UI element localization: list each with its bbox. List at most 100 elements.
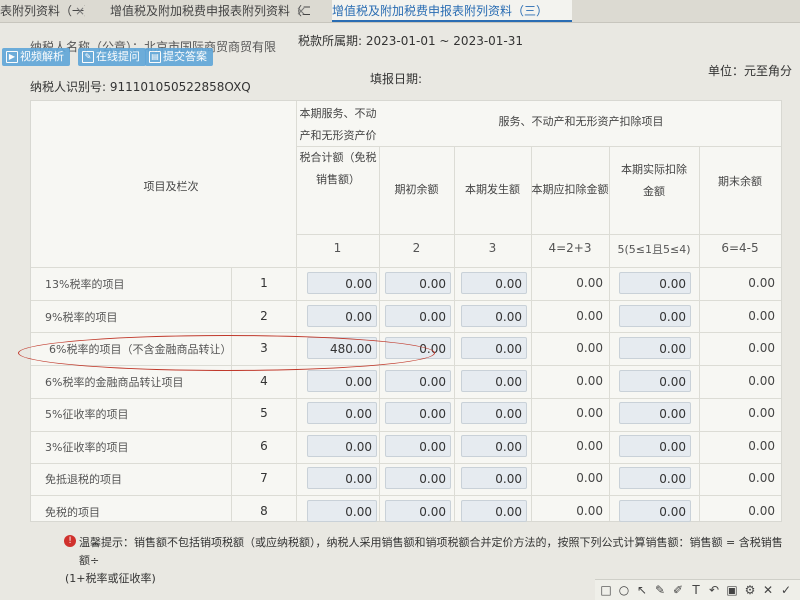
- col6-header: 期末余额: [718, 175, 762, 188]
- undo-icon[interactable]: ↶: [707, 583, 721, 597]
- col1-header: 本期服务、不动产和无形资产价税合计额（免税销售额）: [299, 107, 377, 186]
- row-number: 1: [260, 276, 268, 290]
- col-number: 3: [488, 241, 497, 255]
- calculated-value-c4: 0.00: [576, 503, 603, 518]
- edit-icon: ✎: [82, 51, 94, 63]
- amount-input-c5[interactable]: 0.00: [619, 402, 691, 424]
- calculated-value-c6: 0.00: [748, 406, 775, 420]
- video-analysis-label: 视频解析: [20, 50, 64, 63]
- amount-input-c2[interactable]: 0.00: [385, 499, 451, 522]
- amount-input-c5[interactable]: 0.00: [619, 304, 691, 327]
- row-number: 7: [260, 471, 268, 485]
- circle-icon[interactable]: ○: [617, 583, 631, 597]
- calculated-value-c4: 0.00: [576, 341, 603, 355]
- amount-input-c5[interactable]: 0.00: [619, 467, 691, 489]
- amount-input-c1[interactable]: 0.00: [307, 499, 377, 522]
- amount-input-c3[interactable]: 0.00: [461, 272, 527, 294]
- arrow-icon[interactable]: ↖: [635, 583, 649, 597]
- amount-input-c2[interactable]: 0.00: [385, 337, 451, 359]
- tab-attachment-2[interactable]: 增值税及附加税费申报表附列资料（二） ×: [110, 0, 310, 22]
- calculated-value-c6: 0.00: [748, 503, 775, 518]
- submit-answer-button[interactable]: ▤ 提交答案: [145, 48, 213, 66]
- row-number: 8: [260, 503, 268, 518]
- item-header: 项目及栏次: [143, 180, 199, 193]
- amount-input-c2[interactable]: 0.00: [385, 402, 451, 424]
- row-label: 9%税率的项目: [45, 310, 118, 324]
- rectangle-icon[interactable]: □: [599, 583, 613, 597]
- col5-header: 本期实际扣除金额: [621, 163, 687, 198]
- amount-input-c3[interactable]: 0.00: [461, 499, 527, 522]
- calculated-value-c6: 0.00: [748, 276, 775, 290]
- close-icon[interactable]: ×: [296, 0, 306, 22]
- amount-input-c5[interactable]: 0.00: [619, 272, 691, 294]
- amount-input-c1[interactable]: 0.00: [307, 402, 377, 424]
- period-label: 税款所属期:: [298, 34, 363, 48]
- tip-line-1: 温馨提示：销售额不包括销项税额（或应纳税额），纳税人采用销售额和销项税额合并定价…: [79, 536, 783, 567]
- period-value: 2023-01-01 ~ 2023-01-31: [365, 34, 524, 48]
- col4-header: 本期应扣除金额: [531, 183, 609, 196]
- col2-header: 期初余额: [394, 183, 439, 196]
- amount-input-c1[interactable]: 0.00: [307, 272, 377, 294]
- amount-input-c2[interactable]: 0.00: [385, 304, 451, 327]
- settings-icon[interactable]: ⚙: [743, 583, 757, 597]
- tax-period: 税款所属期: 2023-01-01 ~ 2023-01-31: [298, 32, 523, 49]
- amount-input-c3[interactable]: 0.00: [461, 434, 527, 457]
- annotation-toolbar: □ ○ ↖ ✎ ✐ T ↶ ▣ ⚙ ✕ ✓: [595, 579, 800, 600]
- amount-input-c3[interactable]: 0.00: [461, 467, 527, 489]
- document-icon: ▤: [149, 51, 161, 63]
- amount-input-c2[interactable]: 0.00: [385, 369, 451, 392]
- tab-label: 增值税及附加税费申报表附列资料（二）: [110, 4, 310, 18]
- tab-label: 增值税及附加税费申报表附列资料（三）: [332, 4, 549, 18]
- amount-input-c1[interactable]: 0.00: [307, 304, 377, 327]
- calculated-value-c4: 0.00: [576, 276, 603, 290]
- calculated-value-c6: 0.00: [748, 373, 775, 388]
- calculated-value-c6: 0.00: [748, 341, 775, 355]
- tax-id-label: 纳税人识别号:: [30, 80, 107, 94]
- calculated-value-c4: 0.00: [576, 308, 603, 323]
- amount-input-c3[interactable]: 0.00: [461, 402, 527, 424]
- row-label: 13%税率的项目: [45, 278, 125, 291]
- col-number: 4=2+3: [548, 241, 592, 255]
- row-number: 6: [260, 438, 268, 453]
- amount-input-c1[interactable]: 480.00: [307, 337, 377, 359]
- tax-id-value: 911101050522858OXQ: [109, 80, 251, 94]
- amount-input-c2[interactable]: 0.00: [385, 467, 451, 489]
- row-label: 6%税率的项目（不含金融商品转让）: [49, 343, 232, 356]
- save-icon[interactable]: ▣: [725, 583, 739, 597]
- deduction-table: 项目及栏次 本期服务、不动产和无形资产价税合计额（免税销售额） 服务、不动产和无…: [30, 100, 782, 522]
- col3-header: 本期发生额: [465, 183, 520, 196]
- row-number: 4: [260, 373, 268, 388]
- close-icon[interactable]: ✕: [761, 583, 775, 597]
- calculated-value-c4: 0.00: [576, 438, 603, 453]
- amount-input-c1[interactable]: 0.00: [307, 467, 377, 489]
- amount-input-c3[interactable]: 0.00: [461, 337, 527, 359]
- tab-bar: 表附列资料（一） × 增值税及附加税费申报表附列资料（二） × 增值税及附加税费…: [0, 0, 800, 23]
- pen-icon[interactable]: ✎: [653, 583, 667, 597]
- fill-date-label: 填报日期:: [370, 72, 423, 86]
- calculated-value-c4: 0.00: [576, 471, 603, 485]
- amount-input-c2[interactable]: 0.00: [385, 272, 451, 294]
- close-icon[interactable]: ×: [75, 0, 85, 22]
- amount-input-c5[interactable]: 0.00: [619, 499, 691, 522]
- amount-input-c5[interactable]: 0.00: [619, 337, 691, 359]
- col-number: 6=4-5: [721, 241, 759, 255]
- tab-attachment-1[interactable]: 表附列资料（一） ×: [0, 0, 85, 22]
- row-label: 5%征收率的项目: [45, 408, 129, 421]
- col-number: 1: [333, 241, 342, 255]
- text-icon[interactable]: T: [689, 583, 703, 597]
- amount-input-c3[interactable]: 0.00: [461, 304, 527, 327]
- calculated-value-c6: 0.00: [748, 308, 775, 323]
- video-analysis-button[interactable]: ▶ 视频解析: [2, 48, 70, 66]
- tab-attachment-3[interactable]: 增值税及附加税费申报表附列资料（三）: [332, 0, 572, 22]
- amount-input-c5[interactable]: 0.00: [619, 369, 691, 392]
- online-question-button[interactable]: ✎ 在线提问: [78, 48, 146, 66]
- confirm-icon[interactable]: ✓: [779, 583, 793, 597]
- marker-icon[interactable]: ✐: [671, 583, 685, 597]
- amount-input-c2[interactable]: 0.00: [385, 434, 451, 457]
- row-label: 免税的项目: [45, 505, 100, 519]
- amount-input-c1[interactable]: 0.00: [307, 434, 377, 457]
- amount-input-c3[interactable]: 0.00: [461, 369, 527, 392]
- amount-input-c5[interactable]: 0.00: [619, 434, 691, 457]
- row-number: 2: [260, 308, 268, 323]
- amount-input-c1[interactable]: 0.00: [307, 369, 377, 392]
